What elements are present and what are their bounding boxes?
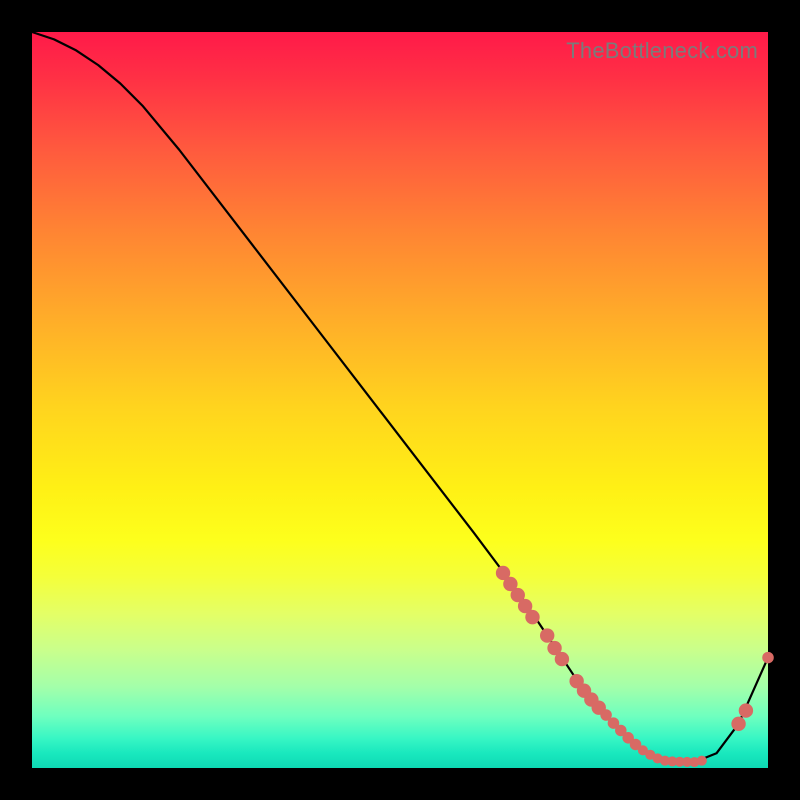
chart-svg: [32, 32, 768, 768]
chart-marker: [540, 628, 554, 642]
chart-markers: [496, 566, 774, 767]
chart-marker: [731, 717, 745, 731]
bottleneck-curve-line: [32, 32, 768, 762]
chart-marker: [555, 652, 569, 666]
chart-plot-area: TheBottleneck.com: [32, 32, 768, 768]
chart-marker: [697, 756, 707, 766]
chart-marker: [739, 703, 753, 717]
chart-marker: [525, 610, 539, 624]
chart-marker: [762, 652, 774, 664]
chart-frame: TheBottleneck.com: [0, 0, 800, 800]
